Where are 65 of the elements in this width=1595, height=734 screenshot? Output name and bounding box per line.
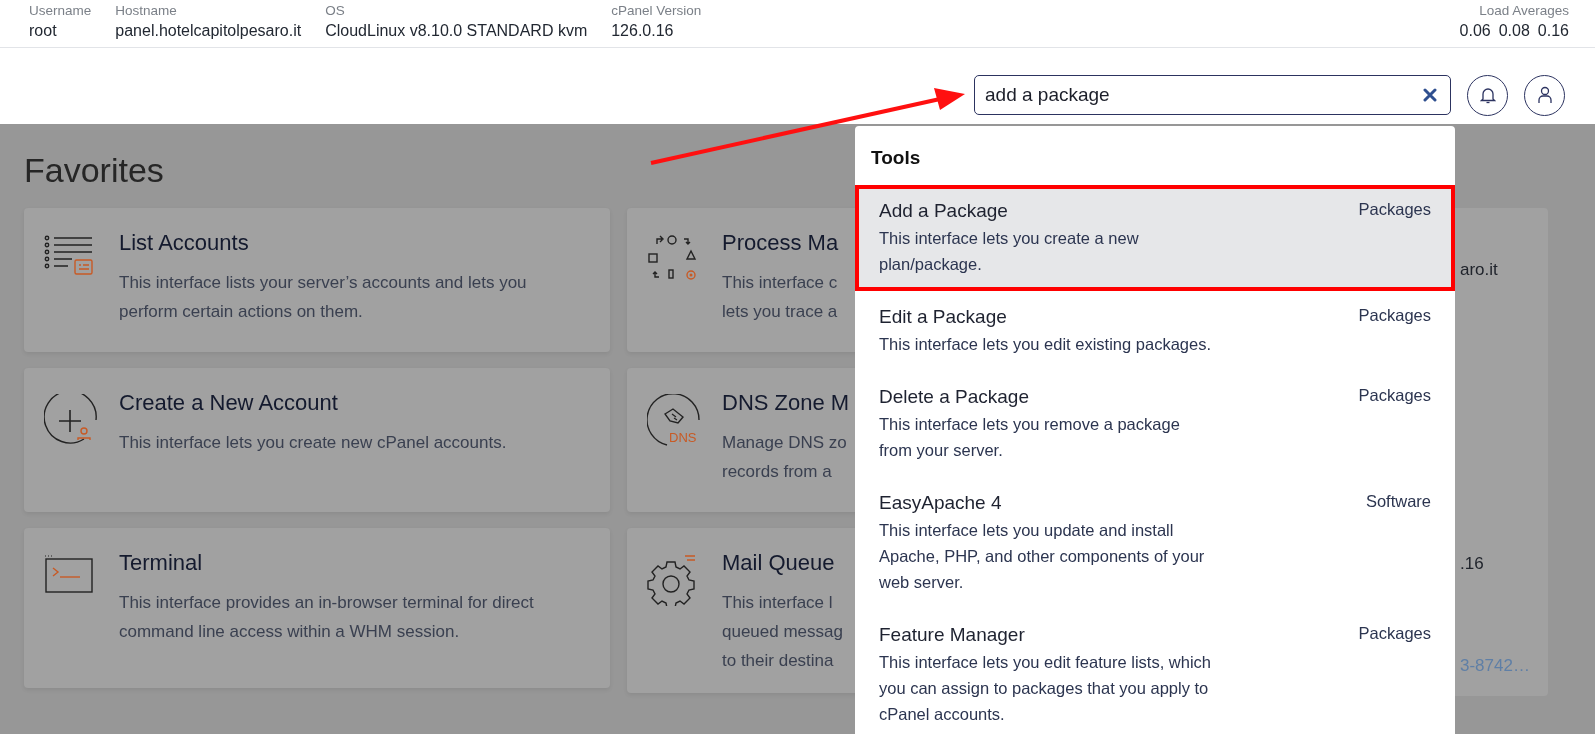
result-description: This interface lets you edit feature lists, which you can assign to packages that you apply to cPanel accounts. — [879, 651, 1212, 725]
card-description: This interface l — [722, 592, 834, 614]
result-description: This interface lets you remove a package from your server. — [879, 413, 1181, 461]
card-description: records from a — [722, 461, 833, 483]
card-description: This interface lists your server’s accounts and lets you perform certain actions on them. — [119, 272, 528, 323]
card-description: lets you trace a — [722, 301, 839, 323]
panel-text: .16 — [1460, 553, 1485, 575]
load-average-value: 0.06 — [1459, 21, 1491, 41]
bell-icon — [1479, 86, 1496, 104]
terminal-icon — [44, 554, 94, 594]
result-item[interactable]: Add a Package This interface lets you create a new plan/package. Packages — [855, 184, 1455, 291]
result-title: Add a Package — [879, 198, 1009, 223]
field-label: cPanel Version — [611, 2, 702, 19]
load-average-value: 0.16 — [1537, 21, 1569, 41]
results-heading: Tools — [870, 146, 922, 170]
card-description: This interface lets you create new cPanel accounts. — [119, 432, 507, 454]
result-title: Edit a Package — [879, 304, 1008, 329]
result-item[interactable]: Feature Manager This interface lets you edit feature lists, which you can assign to packages that you apply to cPanel accounts. Packages — [855, 608, 1455, 734]
card-description: Manage DNS zo — [722, 432, 848, 454]
result-description: This interface lets you update and install Apache, PHP, and other components of your web server. — [879, 519, 1206, 593]
search-field[interactable]: add a package — [974, 75, 1451, 115]
list-icon — [44, 234, 94, 276]
panel-text: aro.it — [1460, 259, 1499, 281]
card-description: This interface c — [722, 272, 839, 294]
result-item[interactable]: Edit a Package This interface lets you edit existing packages. Packages — [855, 290, 1455, 371]
clear-icon[interactable] — [1423, 88, 1437, 102]
card-title[interactable]: List Accounts — [119, 228, 569, 258]
result-category: Packages — [1358, 384, 1431, 406]
card-description: to their destina — [722, 650, 835, 672]
card-title[interactable]: Create a New Account — [119, 388, 507, 418]
notifications-button[interactable] — [1467, 74, 1508, 116]
result-category: Software — [1365, 490, 1431, 512]
result-category: Packages — [1358, 622, 1431, 644]
result-description: This interface lets you create a new plan/package. — [879, 227, 1140, 275]
favorite-card[interactable]: List Accounts This interface lists your server’s accounts and lets you perform certain actions on them. — [24, 208, 610, 352]
user-icon — [1537, 86, 1552, 104]
field-label: Hostname — [115, 2, 178, 19]
result-category: Packages — [1358, 304, 1431, 326]
field-value: panel.hotelcapitolpesaro.it — [115, 21, 302, 41]
gear-icon — [647, 554, 697, 606]
card-description: This interface provides an in-browser terminal for direct command line access within a WHM session. — [119, 592, 535, 643]
user-button[interactable] — [1524, 74, 1565, 116]
field-label: OS — [325, 2, 346, 19]
load-averages-label: Load Averages — [1478, 2, 1569, 19]
result-item[interactable]: Delete a Package This interface lets you remove a package from your server. Packages — [855, 370, 1455, 477]
field-value: root — [29, 21, 58, 41]
result-description: This interface lets you edit existing packages. — [879, 333, 1212, 355]
field-label: Username — [29, 2, 92, 19]
result-title: Delete a Package — [879, 384, 1030, 409]
card-description: queued messag — [722, 621, 843, 643]
field-value: CloudLinux v8.10.0 STANDARD kvm — [325, 21, 588, 41]
section-heading: Favorites — [24, 150, 164, 190]
card-title[interactable]: DNS Zone M — [722, 388, 850, 418]
card-title[interactable]: Terminal — [119, 548, 569, 578]
favorite-card[interactable]: Create a New Account This interface lets you create new cPanel accounts. — [24, 368, 610, 512]
card-title[interactable]: Mail Queue — [722, 548, 843, 578]
card-title[interactable]: Process Ma — [722, 228, 839, 258]
result-title: Feature Manager — [879, 622, 1026, 647]
result-item[interactable]: EasyApache 4 This interface lets you update and install Apache, PHP, and other components of your web server. Software — [855, 476, 1455, 609]
favorite-card[interactable]: Terminal This interface provides an in-browser terminal for direct command line access within a WHM session. — [24, 528, 610, 688]
result-title: EasyApache 4 — [879, 490, 1003, 515]
shapes-icon — [647, 234, 697, 282]
load-average-value: 0.08 — [1498, 21, 1530, 41]
result-category: Packages — [1358, 198, 1431, 220]
field-value: 126.0.16 — [611, 21, 675, 41]
